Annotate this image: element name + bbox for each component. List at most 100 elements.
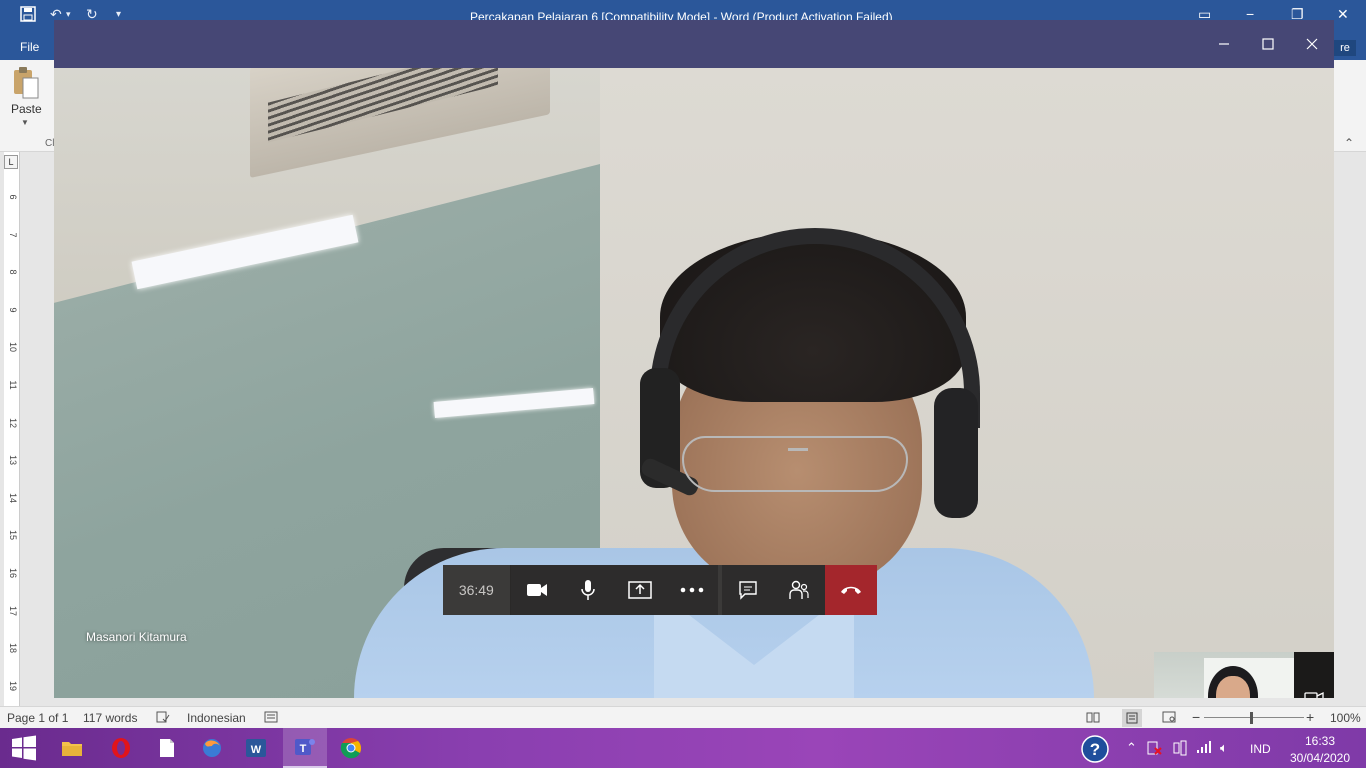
participants-button[interactable] [773,565,826,615]
ruler-mark: 7 [8,232,18,238]
status-bar: Page 1 of 1 117 words Indonesian − + 100… [0,706,1366,728]
windows-icon [12,735,36,761]
call-controls: 36:49 [443,565,878,615]
ruler-mark: 9 [8,307,18,313]
language-indicator[interactable]: Indonesian [187,711,246,725]
toggle-self-view-button[interactable] [1294,652,1334,698]
microphone-icon [581,580,596,600]
share-screen-button[interactable] [614,565,666,615]
word-close-icon[interactable]: ✕ [1337,6,1349,23]
minimize-icon [1219,43,1229,45]
zoom-in-icon[interactable]: + [1306,709,1314,725]
chat-button[interactable] [721,565,774,615]
desktop: ↶ ▾ ↻ ▾ Percakapan Pelajaran 6 [Compatib… [0,0,1366,768]
close-icon [1306,38,1318,50]
input-language[interactable]: IND [1250,742,1271,756]
camera-icon [526,584,547,596]
chat-icon [738,581,757,600]
hang-up-button[interactable] [825,565,878,615]
ruler-mark: 11 [8,380,18,390]
zoom-slider-thumb[interactable] [1250,712,1253,724]
teams-titlebar [54,20,1334,68]
camera-button[interactable] [510,565,563,615]
ruler-mark: 18 [8,643,18,654]
share-button[interactable]: re [1334,40,1356,56]
ruler-mark: 6 [8,194,18,200]
hang-up-icon [841,586,862,594]
teams-icon: T [295,739,315,755]
ruler-mark: 13 [8,455,18,466]
participant-name: Masanori Kitamura [86,630,187,644]
ruler-mark: 12 [8,417,18,428]
zoom-slider[interactable] [1204,717,1304,718]
teams-close-button[interactable] [1290,20,1334,68]
taskbar-word[interactable]: W [234,728,278,768]
maximize-icon [1262,38,1274,50]
paste-icon[interactable] [12,66,40,100]
teams-maximize-button[interactable] [1246,20,1290,68]
track-changes-icon[interactable] [264,711,278,726]
device-icon[interactable] [1172,740,1188,759]
opera-icon [112,738,130,758]
read-mode-icon[interactable] [1086,711,1100,726]
self-video-preview[interactable] [1154,652,1294,698]
video-glasses-bridge [788,448,808,451]
collapse-ribbon-icon[interactable]: ⌃ [1344,136,1354,150]
undo-dropdown-icon[interactable]: ▾ [66,9,71,20]
microphone-button[interactable] [562,565,615,615]
word-icon: W [246,739,266,757]
teams-call-window: Masanori Kitamura 36:49 [54,20,1334,698]
chrome-icon [340,738,362,759]
more-actions-button[interactable] [665,565,718,615]
taskbar-notepad[interactable] [145,728,189,768]
taskbar-chrome[interactable] [329,728,373,768]
ruler-mark: 17 [8,605,18,616]
svg-text:W: W [251,744,262,756]
proofing-icon[interactable] [156,711,170,726]
ruler-mark: 10 [8,342,18,353]
paste-dropdown-icon[interactable]: ▼ [21,118,29,127]
remote-video[interactable]: Masanori Kitamura 36:49 [54,68,1334,698]
customize-toolbar-icon[interactable]: ▾ [116,9,121,20]
call-duration: 36:49 [443,565,511,615]
taskbar-opera[interactable] [99,728,143,768]
self-view-icon [1304,691,1324,698]
clock-time[interactable]: 16:33 [1290,734,1350,748]
action-center-alert-icon[interactable] [1146,740,1162,759]
taskbar-teams[interactable]: T [283,728,327,768]
tab-selector[interactable]: L [4,155,18,169]
participants-icon [789,580,809,599]
ruler-mark: 19 [8,680,18,691]
video-headset-earcup [934,388,978,518]
svg-text:?: ? [1090,740,1100,759]
ruler-mark: 16 [8,567,18,578]
word-count[interactable]: 117 words [83,711,137,725]
teams-minimize-button[interactable] [1202,20,1246,68]
svg-text:T: T [300,743,307,755]
zoom-level[interactable]: 100% [1330,711,1361,725]
ruler-mark: 14 [8,492,18,503]
help-icon[interactable]: ? [1080,734,1110,767]
zoom-out-icon[interactable]: − [1192,709,1200,725]
firefox-icon [203,739,221,757]
paste-button-label[interactable]: Paste [11,102,42,116]
page-count[interactable]: Page 1 of 1 [7,711,68,725]
share-screen-icon [628,581,652,599]
notepad-icon [160,739,174,757]
volume-icon[interactable]: 🔈︎ [1220,740,1228,756]
print-layout-icon[interactable] [1122,709,1142,727]
save-icon[interactable] [20,6,36,25]
network-icon[interactable] [1196,740,1212,757]
file-tab[interactable]: File [20,40,39,54]
video-glasses [682,436,908,492]
taskbar-file-explorer[interactable] [50,728,94,768]
folder-icon [62,742,82,756]
ruler-mark: 8 [8,269,18,275]
clock-date[interactable]: 30/04/2020 [1288,751,1352,765]
show-hidden-icons[interactable]: ⌃ [1126,740,1137,756]
taskbar-firefox[interactable] [190,728,234,768]
web-layout-icon[interactable] [1162,711,1176,726]
ruler-mark: 15 [8,530,18,541]
more-icon [680,587,704,593]
start-button[interactable] [2,728,46,768]
